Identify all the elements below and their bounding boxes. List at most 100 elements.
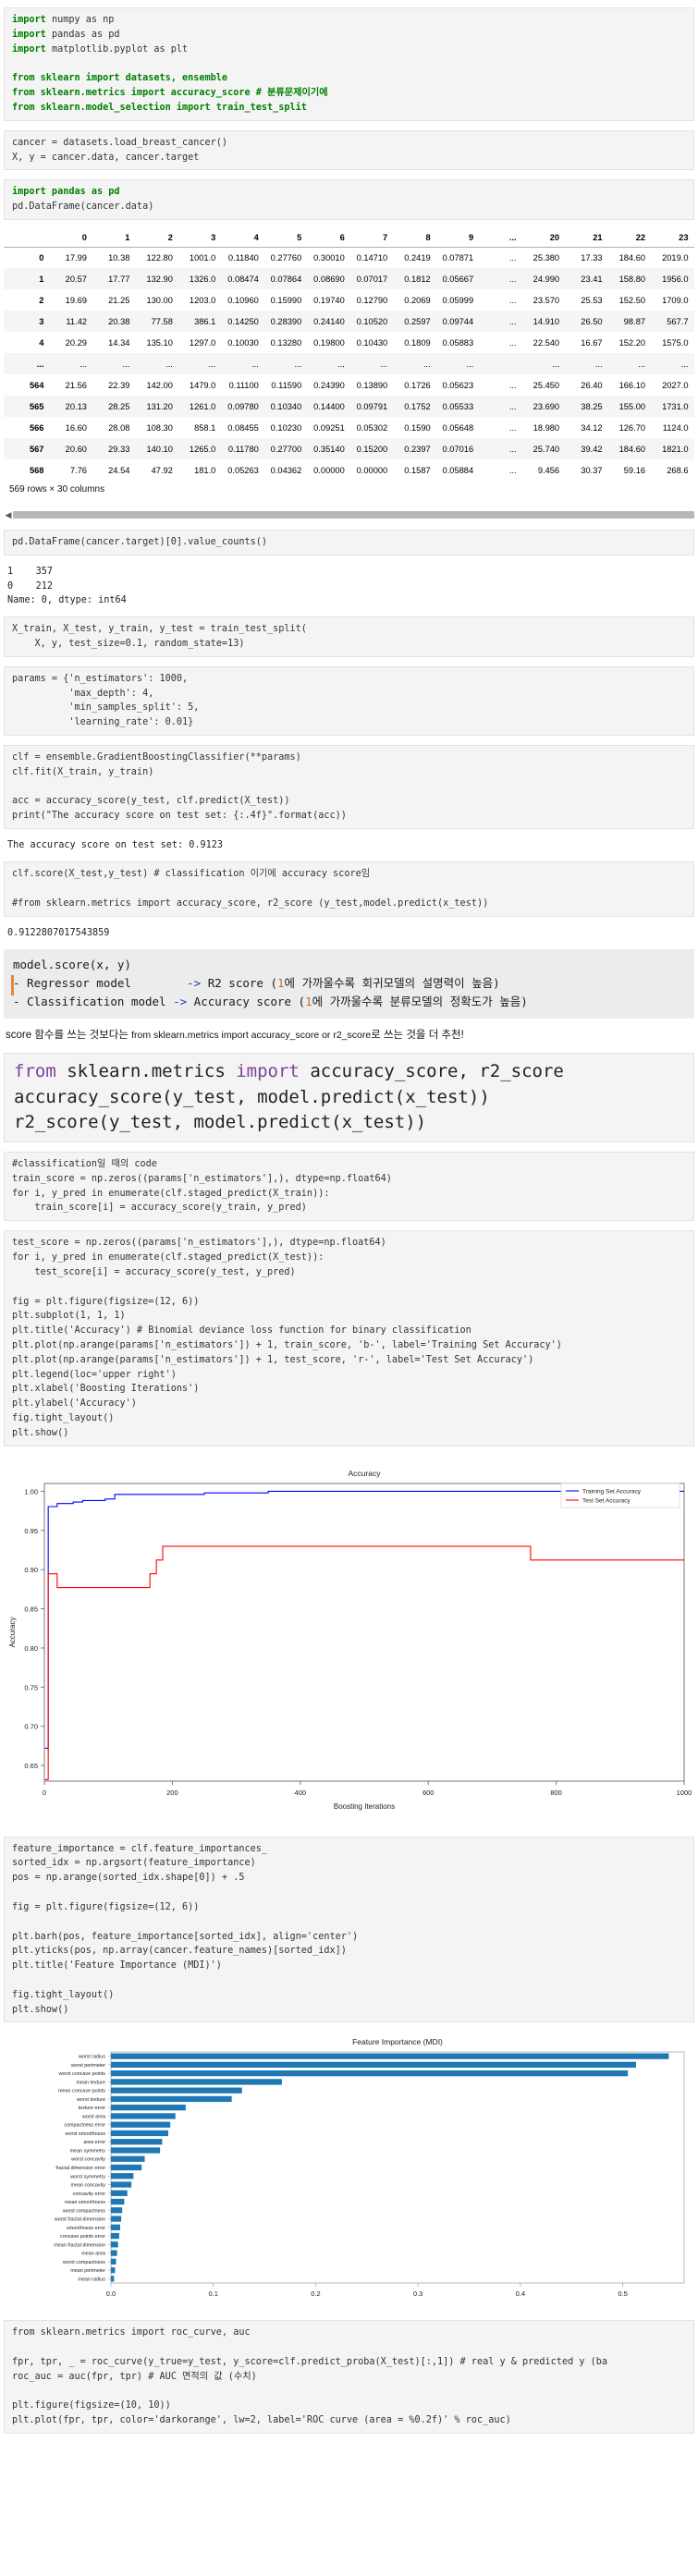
col-header: 6: [304, 228, 348, 248]
table-cell: 28.08: [108, 422, 130, 433]
markdown-cell-recommendation[interactable]: score 함수를 쓰는 것보다는 from sklearn.metrics i…: [6, 1028, 694, 1044]
code-cell-staged-train[interactable]: #classification일 때의 code train_score = n…: [4, 1152, 694, 1222]
bar-category-label: mean concave points: [58, 2089, 105, 2094]
md-note-b: from sklearn.metrics import accuracy_sco…: [131, 1030, 372, 1042]
code-cell-fit[interactable]: clf = ensemble.GradientBoostingClassifie…: [4, 745, 694, 830]
bar: [111, 2216, 122, 2223]
df-line-2: pd.DataFrame(cancer.data): [12, 201, 154, 213]
y-tick-label: 0.90: [24, 1566, 38, 1574]
code-cell-roc[interactable]: from sklearn.metrics import roc_curve, a…: [4, 2320, 694, 2435]
table-cell: 0.11780: [227, 444, 259, 454]
table-cell: ...: [508, 422, 517, 433]
table-cell: 20.38: [108, 316, 130, 326]
table-cell: 16.67: [581, 337, 603, 348]
code-cell-value-counts[interactable]: pd.DataFrame(cancer.target)[0].value_cou…: [4, 530, 694, 556]
table-cell: 0.10340: [270, 401, 302, 411]
bar: [111, 2267, 116, 2274]
table-cell: 0.10230: [270, 422, 302, 433]
code-cell-score[interactable]: clf.score(X_test,y_test) # classificatio…: [4, 861, 694, 917]
row-index: 564: [29, 380, 44, 390]
scroll-track[interactable]: [13, 511, 694, 519]
row-index: 1: [39, 274, 44, 284]
code-cell-train-test-split[interactable]: X_train, X_test, y_train, y_test = train…: [4, 617, 694, 657]
code-cell-feature-importance[interactable]: feature_importance = clf.feature_importa…: [4, 1836, 694, 2023]
col-header: 4: [218, 228, 262, 248]
table-cell: 0.05302: [356, 422, 388, 433]
table-cell: 0.05263: [227, 465, 259, 475]
table-cell: 47.92: [151, 465, 173, 475]
series-line: [44, 1545, 684, 1780]
md-note-a: score 함수를 쓰는 것보다는: [6, 1030, 132, 1042]
table-cell: ...: [122, 359, 130, 369]
y-tick-label: 0.75: [24, 1683, 38, 1691]
fit-code: clf = ensemble.GradientBoostingClassifie…: [12, 752, 347, 822]
md-grey-line-3a: - Classification model: [13, 995, 174, 1009]
table-cell: 158.80: [618, 274, 646, 284]
notebook: import numpy as np import pandas as pd i…: [0, 0, 698, 2435]
table-cell: ...: [208, 359, 216, 369]
table-cell: 2019.0: [662, 253, 689, 263]
bar-category-label: mean texture: [77, 2081, 105, 2086]
table-cell: 0.15990: [270, 295, 302, 305]
table-cell: 10.38: [108, 253, 130, 263]
dataframe-hscrollbar[interactable]: ◀: [4, 509, 694, 520]
table-cell: 0.14400: [313, 401, 345, 411]
bar-category-label: worst concavity: [70, 2157, 105, 2163]
table-cell: 0.05667: [442, 274, 474, 284]
code-cell-dataframe[interactable]: import pandas as pd pd.DataFrame(cancer.…: [4, 179, 694, 220]
table-cell: 0.05883: [442, 337, 474, 348]
table-cell: 0.13: [692, 332, 695, 353]
code-line-7: from sklearn.model_selection import trai…: [12, 102, 307, 113]
bar-category-label: worst fractal dimension: [54, 2217, 105, 2223]
table-cell: 567.7: [667, 316, 689, 326]
table-row: 568 7.76 24.54 47.92 181.0 0.05263 0.04362 0.00…: [4, 459, 694, 481]
dataframe-body: 0 17.99 10.38 122.80 1001.0 0.11840 0.27760 0.3…: [4, 247, 694, 481]
table-cell: 24.54: [108, 465, 130, 475]
col-header-ellipsis: ...: [476, 228, 520, 248]
table-cell: ...: [337, 359, 345, 369]
bar-category-label: mean fractal dimension: [54, 2243, 105, 2249]
feature-importance-chart-output: Feature Importance (MDI) worst radius wors…: [0, 2032, 698, 2309]
table-cell: 0.00000: [313, 465, 345, 475]
table-cell: 0.11100: [228, 380, 259, 390]
code-cell-imports[interactable]: import numpy as np import pandas as pd i…: [4, 7, 694, 121]
table-row: 0 17.99 10.38 122.80 1001.0 0.11840 0.27760 0.3…: [4, 247, 694, 268]
table-cell: ...: [466, 359, 474, 369]
table-cell: ...: [594, 359, 603, 369]
table-cell: 0.14710: [356, 253, 388, 263]
table-cell: 16.60: [65, 422, 87, 433]
table-cell: 0.2419: [404, 253, 431, 263]
col-header: 1: [89, 228, 133, 248]
table-cell: 25.380: [533, 253, 560, 263]
table-cell: 0.1812: [404, 274, 431, 284]
code-cell-accuracy-plot[interactable]: test_score = np.zeros((params['n_estimat…: [4, 1230, 694, 1447]
x-axis-label: Boosting Iterations: [334, 1802, 395, 1811]
table-cell: 0.11840: [227, 253, 259, 263]
table-cell: 0.05884: [442, 465, 474, 475]
accuracy-chart-output: 0.65 0.70 0.75 0.80 0.85 0.90 0.95 1.00 0 200 400 6…: [0, 1456, 698, 1825]
scroll-left-icon[interactable]: ◀: [4, 510, 13, 520]
table-cell: 140.10: [146, 444, 173, 454]
bar-category-label: texture error: [79, 2106, 106, 2112]
bar-category-label: concave points error: [60, 2234, 105, 2240]
bar: [111, 2199, 125, 2205]
table-cell: 0.19800: [313, 337, 345, 348]
table-row: 3 11.42 20.38 77.58 386.1 0.14250 0.28390 0.241…: [4, 311, 694, 333]
bar: [111, 2113, 176, 2119]
table-cell: 152.50: [618, 295, 646, 305]
markdown-cell-score-explanation[interactable]: model.score(x, y) - Regressor model -> R…: [4, 949, 694, 1019]
code-cell-metrics-highlight[interactable]: from sklearn.metrics import accuracy_sco…: [4, 1053, 694, 1142]
table-cell: 135.10: [146, 337, 173, 348]
table-cell: 1709.0: [662, 295, 689, 305]
bar: [111, 2079, 282, 2085]
table-cell: ...: [508, 295, 517, 305]
table-cell: 0.2397: [404, 444, 431, 454]
table-cell: 17.99: [65, 253, 87, 263]
table-cell: 122.80: [146, 253, 173, 263]
table-row: 2 19.69 21.25 130.00 1203.0 0.10960 0.15990 0.1…: [4, 289, 694, 311]
dataframe-head: 0 1 2 3 4 5 6 7 8 9 ... 20 21 22 23 24: [4, 228, 694, 248]
code-cell-load-data[interactable]: cancer = datasets.load_breast_cancer() X…: [4, 129, 694, 171]
code-cell-params[interactable]: params = {'n_estimators': 1000, 'max_dep…: [4, 665, 694, 737]
table-row: 567 20.60 29.33 140.10 1265.0 0.11780 0.27700 0…: [4, 438, 694, 460]
big-rest: accuracy_score, r2_score: [299, 1061, 564, 1082]
